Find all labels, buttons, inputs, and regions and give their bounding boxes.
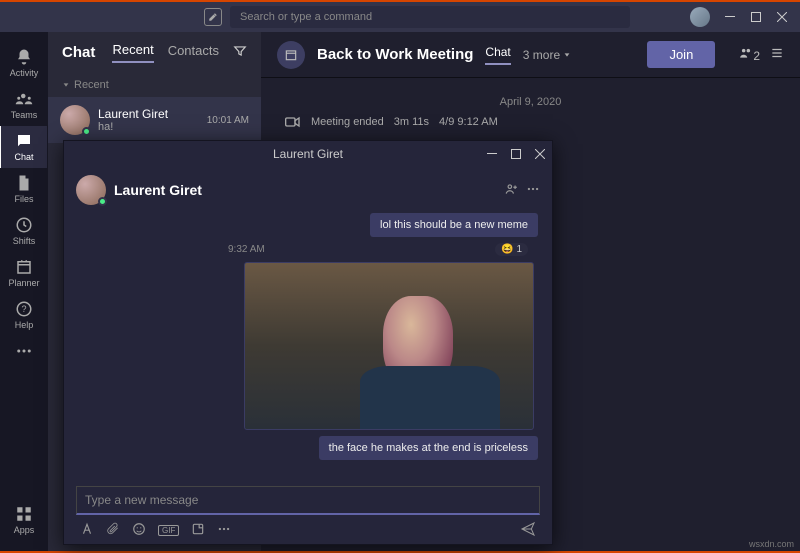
rail-label: Teams: [11, 110, 38, 120]
recent-label: Recent: [74, 79, 109, 91]
meeting-icon: [277, 41, 305, 69]
message-bubble[interactable]: lol this should be a new meme: [370, 213, 538, 237]
more-tabs[interactable]: 3 more: [523, 48, 572, 62]
format-icon[interactable]: [80, 522, 94, 539]
popout-close-button[interactable]: [534, 148, 546, 160]
rail-label: Apps: [14, 525, 35, 535]
popout-contact-name: Laurent Giret: [114, 182, 202, 198]
message-input-placeholder: Type a new message: [85, 493, 198, 507]
compose-more-icon[interactable]: [217, 522, 231, 539]
compose-area: Type a new message GIF: [64, 478, 552, 544]
attach-icon[interactable]: [106, 522, 120, 539]
participants-icon[interactable]: 2: [739, 46, 760, 63]
reaction-count: 1: [516, 244, 522, 255]
chat-item-time: 10:01 AM: [207, 115, 249, 126]
maximize-button[interactable]: [750, 11, 762, 23]
conversation-title: Back to Work Meeting: [317, 46, 473, 63]
tab-contacts[interactable]: Contacts: [168, 43, 219, 62]
laugh-emoji-icon: 😆: [501, 244, 513, 255]
reaction-badge[interactable]: 😆 1: [495, 243, 528, 256]
filter-icon[interactable]: [233, 44, 247, 61]
rail-more[interactable]: [0, 336, 48, 366]
emoji-icon[interactable]: [132, 522, 146, 539]
presence-available-icon: [98, 197, 107, 206]
recent-section[interactable]: Recent: [48, 73, 261, 97]
search-placeholder: Search or type a command: [240, 11, 372, 23]
video-icon: [285, 116, 301, 128]
list-icon[interactable]: [770, 46, 784, 63]
app-rail: Activity Teams Chat Files Shifts Planner…: [0, 32, 48, 551]
popout-titlebar[interactable]: Laurent Giret: [64, 141, 552, 167]
gif-icon[interactable]: GIF: [158, 525, 179, 536]
popout-maximize-button[interactable]: [510, 148, 522, 160]
rail-shifts[interactable]: Shifts: [0, 210, 48, 252]
meeting-duration: 3m 11s: [394, 116, 429, 128]
rail-label: Chat: [14, 152, 33, 162]
message-image[interactable]: [244, 262, 534, 430]
rail-planner[interactable]: Planner: [0, 252, 48, 294]
tab-chat[interactable]: Chat: [485, 45, 510, 65]
rail-label: Help: [15, 320, 34, 330]
meeting-time: 4/9 9:12 AM: [439, 116, 498, 128]
search-input[interactable]: Search or type a command: [230, 6, 630, 28]
conversation-header: Back to Work Meeting Chat 3 more Join 2: [261, 32, 800, 78]
chat-item-name: Laurent Giret: [98, 107, 199, 121]
chat-list-item[interactable]: Laurent Giret ha! 10:01 AM: [48, 97, 261, 143]
avatar: [60, 105, 90, 135]
rail-chat[interactable]: Chat: [0, 126, 47, 168]
meeting-ended-row: Meeting ended 3m 11s 4/9 9:12 AM: [285, 116, 776, 128]
svg-text:?: ?: [21, 304, 26, 314]
popout-header: Laurent Giret: [64, 167, 552, 213]
message-input[interactable]: Type a new message: [76, 486, 540, 515]
close-button[interactable]: [776, 11, 788, 23]
presence-available-icon: [82, 127, 91, 136]
rail-teams[interactable]: Teams: [0, 84, 48, 126]
popout-message-list[interactable]: lol this should be a new meme 9:32 AM 😆 …: [64, 213, 552, 478]
message-timestamp: 9:32 AM: [228, 244, 265, 255]
minimize-button[interactable]: [724, 11, 736, 23]
add-people-icon[interactable]: [504, 182, 518, 199]
sticker-icon[interactable]: [191, 522, 205, 539]
title-bar: Search or type a command: [0, 2, 800, 32]
message-bubble[interactable]: the face he makes at the end is priceles…: [319, 436, 538, 460]
popout-chat-window: Laurent Giret Laurent Giret lol this sho…: [63, 140, 553, 545]
chat-list-title: Chat: [62, 44, 95, 61]
meeting-ended-label: Meeting ended: [311, 116, 384, 128]
profile-avatar[interactable]: [690, 7, 710, 27]
watermark: wsxdn.com: [749, 539, 794, 549]
date-divider: April 9, 2020: [285, 96, 776, 108]
chat-item-preview: ha!: [98, 121, 199, 133]
rail-activity[interactable]: Activity: [0, 42, 48, 84]
popout-title: Laurent Giret: [273, 147, 343, 161]
popout-more-icon[interactable]: [526, 182, 540, 199]
rail-label: Planner: [8, 278, 39, 288]
new-chat-button[interactable]: [204, 8, 222, 26]
send-button[interactable]: [520, 521, 536, 540]
rail-label: Files: [14, 194, 33, 204]
avatar[interactable]: [76, 175, 106, 205]
rail-apps[interactable]: Apps: [0, 499, 48, 541]
rail-label: Shifts: [13, 236, 36, 246]
tab-recent[interactable]: Recent: [112, 42, 153, 63]
popout-minimize-button[interactable]: [486, 148, 498, 160]
rail-help[interactable]: ? Help: [0, 294, 48, 336]
join-button[interactable]: Join: [647, 41, 715, 68]
rail-label: Activity: [10, 68, 39, 78]
rail-files[interactable]: Files: [0, 168, 48, 210]
